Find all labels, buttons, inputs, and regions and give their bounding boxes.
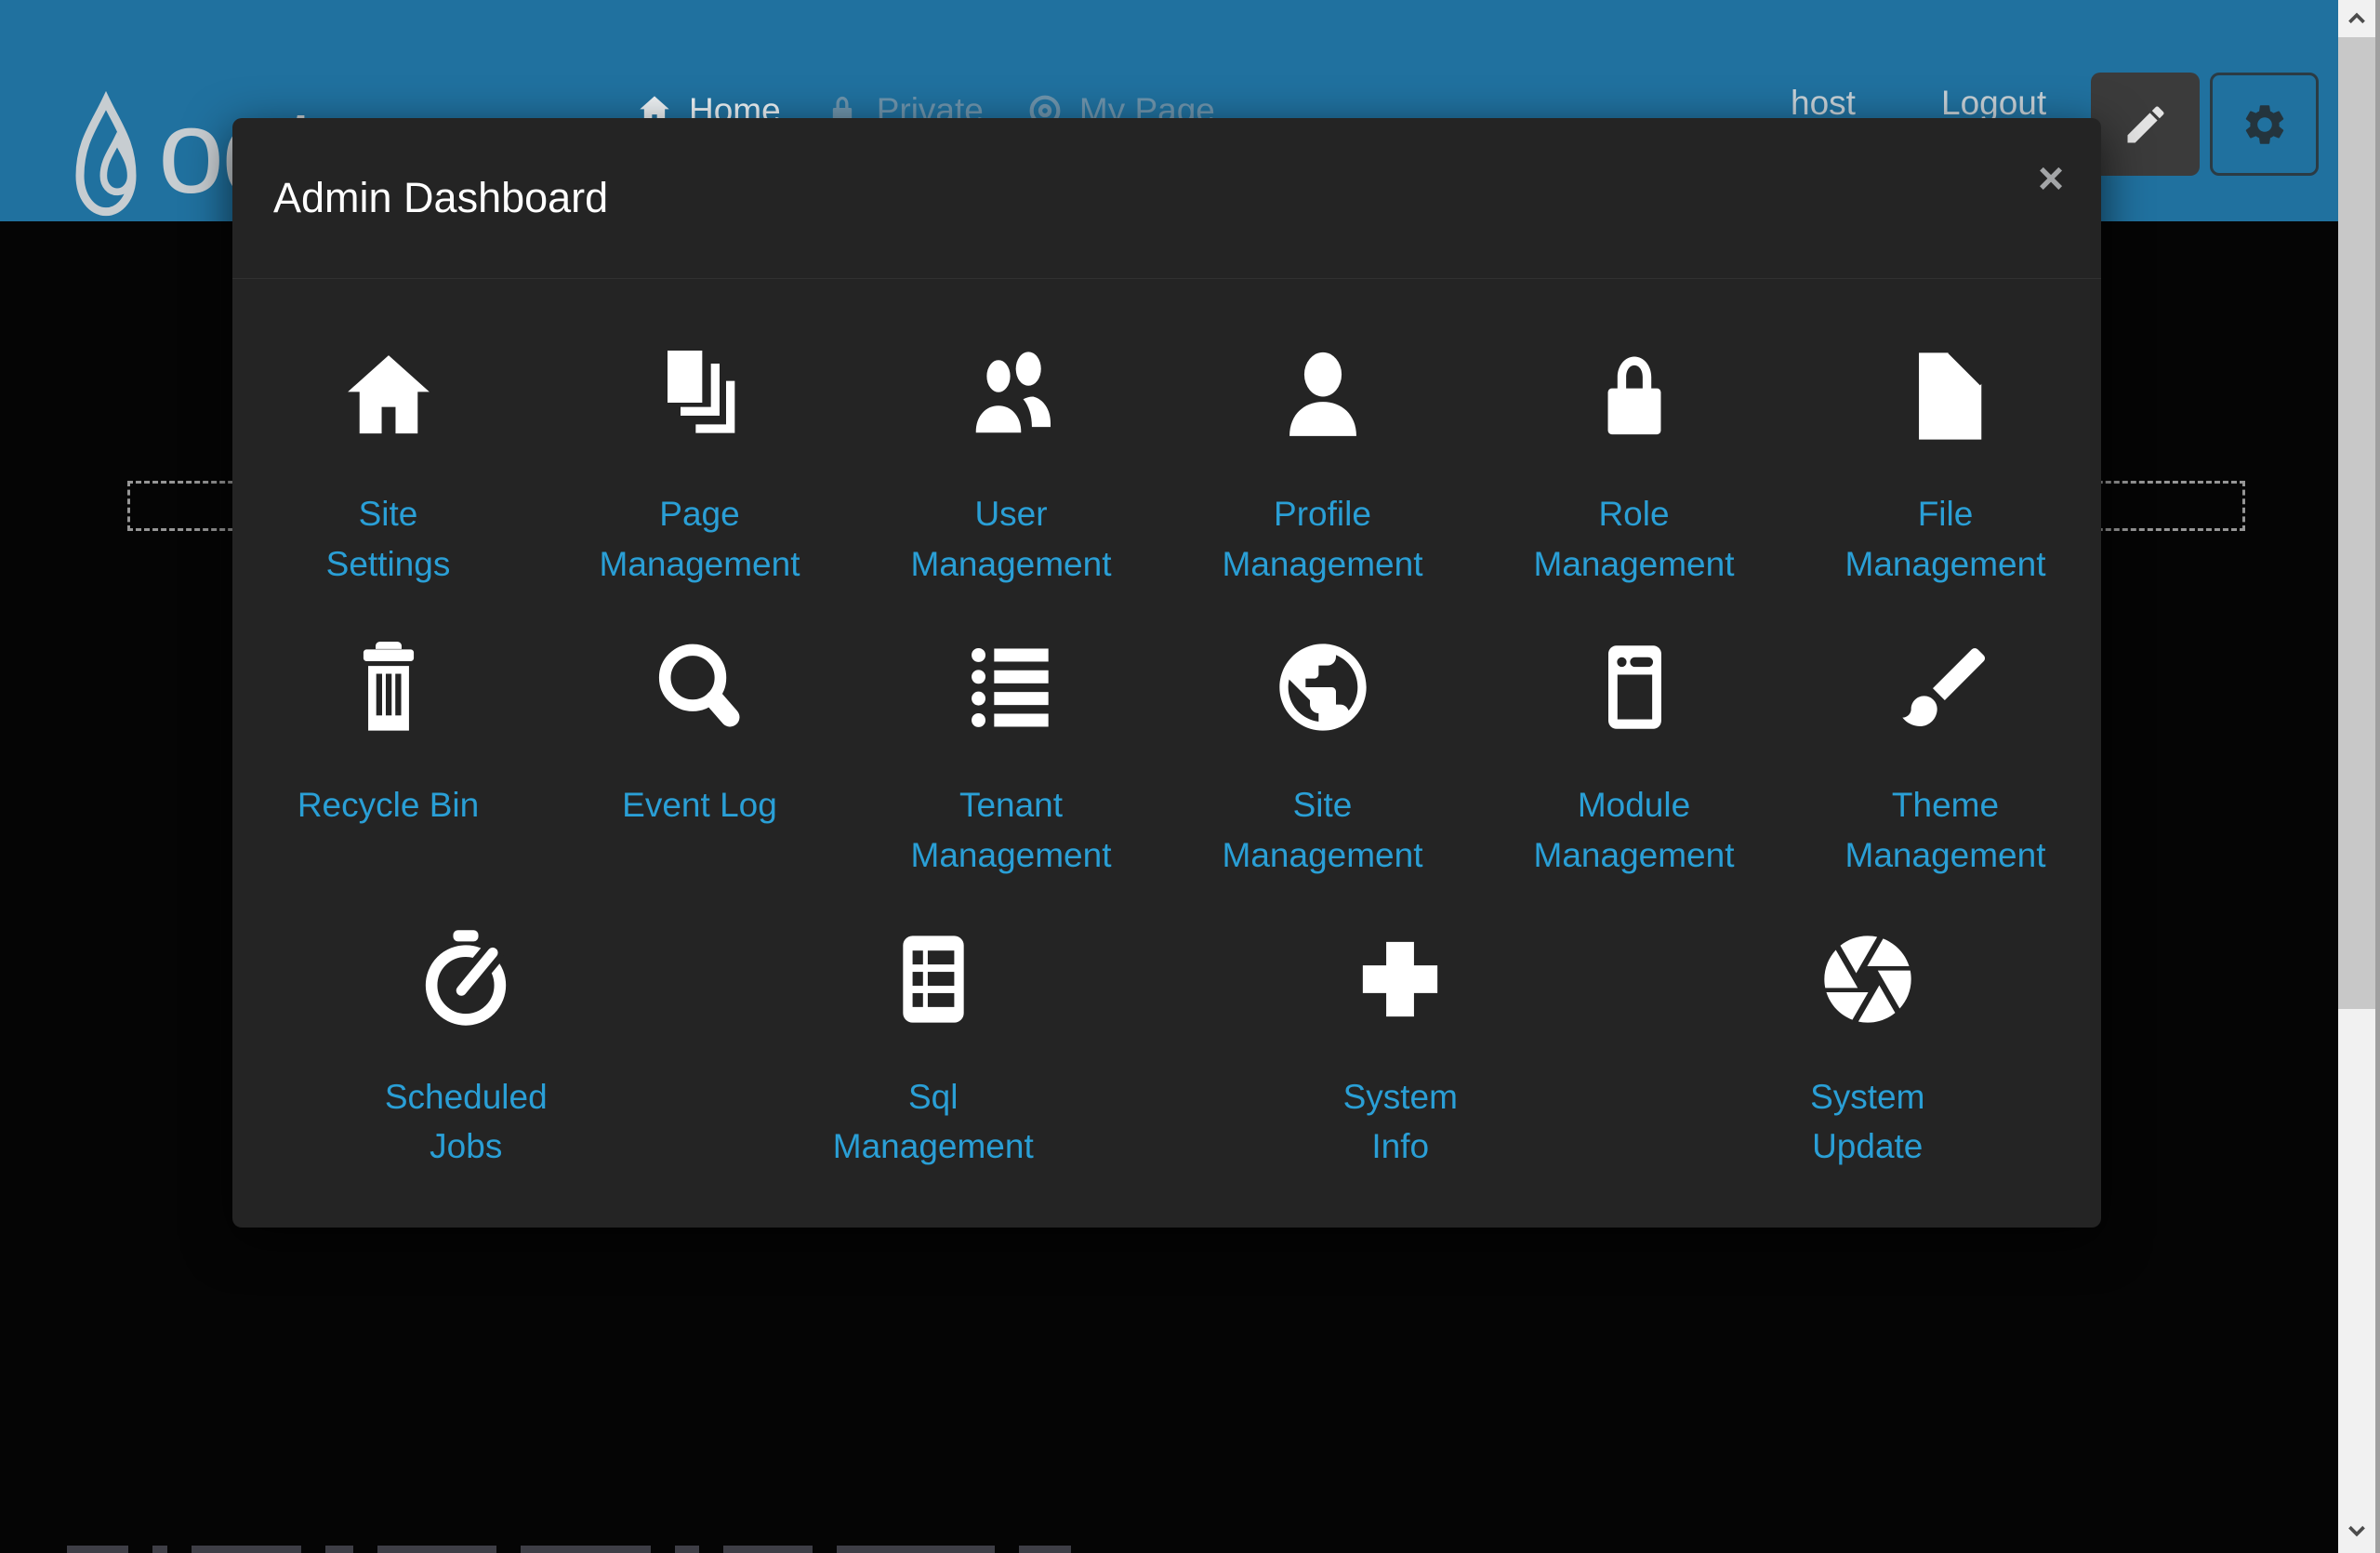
tile-label: Event Log — [622, 780, 777, 830]
pencil-icon — [2122, 100, 2170, 149]
user-icon — [1271, 344, 1375, 448]
tile-system-update[interactable]: SystemUpdate — [1634, 927, 2102, 1172]
tile-theme-management[interactable]: ThemeManagement — [1790, 635, 2101, 880]
page: oqtane Home Private My Page host Logout — [0, 0, 2380, 1553]
tile-profile-management[interactable]: ProfileManagement — [1167, 344, 1478, 589]
admin-dashboard-modal: Admin Dashboard × SiteSettings PageManage… — [232, 118, 2101, 1228]
tile-label: UserManagement — [911, 489, 1112, 589]
lock-icon — [1582, 344, 1686, 448]
table-icon — [881, 927, 985, 1031]
settings-button[interactable] — [2210, 73, 2319, 176]
dashboard-grid: SiteSettings PageManagement UserManagement… — [232, 279, 2101, 1172]
tile-page-management[interactable]: PageManagement — [544, 344, 855, 589]
tile-label: Recycle Bin — [298, 780, 479, 830]
tile-row: ScheduledJobs SqlManagement SystemInfo Syst… — [232, 927, 2101, 1172]
timer-icon — [414, 927, 518, 1031]
pages-icon — [648, 344, 752, 448]
trash-icon — [337, 635, 441, 739]
tile-row: Recycle Bin Event Log TenantManagement Site… — [232, 635, 2101, 880]
tile-label: SiteManagement — [1223, 780, 1423, 880]
tile-site-management[interactable]: SiteManagement — [1167, 635, 1478, 880]
tile-site-settings[interactable]: SiteSettings — [232, 344, 544, 589]
modal-header: Admin Dashboard × — [232, 118, 2101, 279]
close-icon[interactable]: × — [2038, 157, 2064, 202]
chevron-up-icon — [2341, 7, 2373, 31]
scrollbar-thumb[interactable] — [2338, 37, 2375, 1009]
tile-label: RoleManagement — [1534, 489, 1735, 589]
tile-label: SystemInfo — [1343, 1072, 1458, 1172]
edit-mode-button[interactable] — [2091, 73, 2200, 176]
modal-title: Admin Dashboard — [273, 174, 608, 222]
brush-icon — [1894, 635, 1998, 739]
drop-icon — [69, 89, 143, 229]
tile-sql-management[interactable]: SqlManagement — [700, 927, 1168, 1172]
tile-system-info[interactable]: SystemInfo — [1167, 927, 1634, 1172]
tile-label: ModuleManagement — [1534, 780, 1735, 880]
logout-link[interactable]: Logout — [1941, 84, 2046, 123]
clipped-content — [67, 1546, 1071, 1553]
users-icon — [959, 344, 1064, 448]
tile-label: ScheduledJobs — [385, 1072, 548, 1172]
search-icon — [648, 635, 752, 739]
scroll-down-button[interactable] — [2338, 1512, 2375, 1549]
tile-scheduled-jobs[interactable]: ScheduledJobs — [232, 927, 700, 1172]
tile-label: SiteSettings — [326, 489, 451, 589]
brand-logo[interactable]: oqtane — [69, 89, 143, 229]
username-link[interactable]: host — [1791, 84, 1856, 123]
tile-label: SystemUpdate — [1810, 1072, 1924, 1172]
tile-label: TenantManagement — [911, 780, 1112, 880]
window-icon — [1582, 635, 1686, 739]
scroll-up-button[interactable] — [2338, 0, 2375, 37]
tile-module-management[interactable]: ModuleManagement — [1478, 635, 1790, 880]
chevron-down-icon — [2341, 1519, 2373, 1543]
tile-label: PageManagement — [600, 489, 800, 589]
home-icon — [337, 344, 441, 448]
tile-tenant-management[interactable]: TenantManagement — [855, 635, 1167, 880]
aperture-icon — [1816, 927, 1920, 1031]
plus-icon — [1348, 927, 1452, 1031]
tile-label: FileManagement — [1845, 489, 2046, 589]
vertical-scrollbar[interactable] — [2338, 0, 2380, 1553]
tile-user-management[interactable]: UserManagement — [855, 344, 1167, 589]
tile-label: ProfileManagement — [1223, 489, 1423, 589]
file-icon — [1894, 344, 1998, 448]
tile-recycle-bin[interactable]: Recycle Bin — [232, 635, 544, 880]
tile-event-log[interactable]: Event Log — [544, 635, 855, 880]
tile-label: SqlManagement — [833, 1072, 1034, 1172]
tile-file-management[interactable]: FileManagement — [1790, 344, 2101, 589]
globe-icon — [1271, 635, 1375, 739]
list-icon — [959, 635, 1064, 739]
tile-label: ThemeManagement — [1845, 780, 2046, 880]
tile-role-management[interactable]: RoleManagement — [1478, 344, 1790, 589]
tile-row: SiteSettings PageManagement UserManagement… — [232, 344, 2101, 589]
gear-icon — [2241, 100, 2289, 149]
